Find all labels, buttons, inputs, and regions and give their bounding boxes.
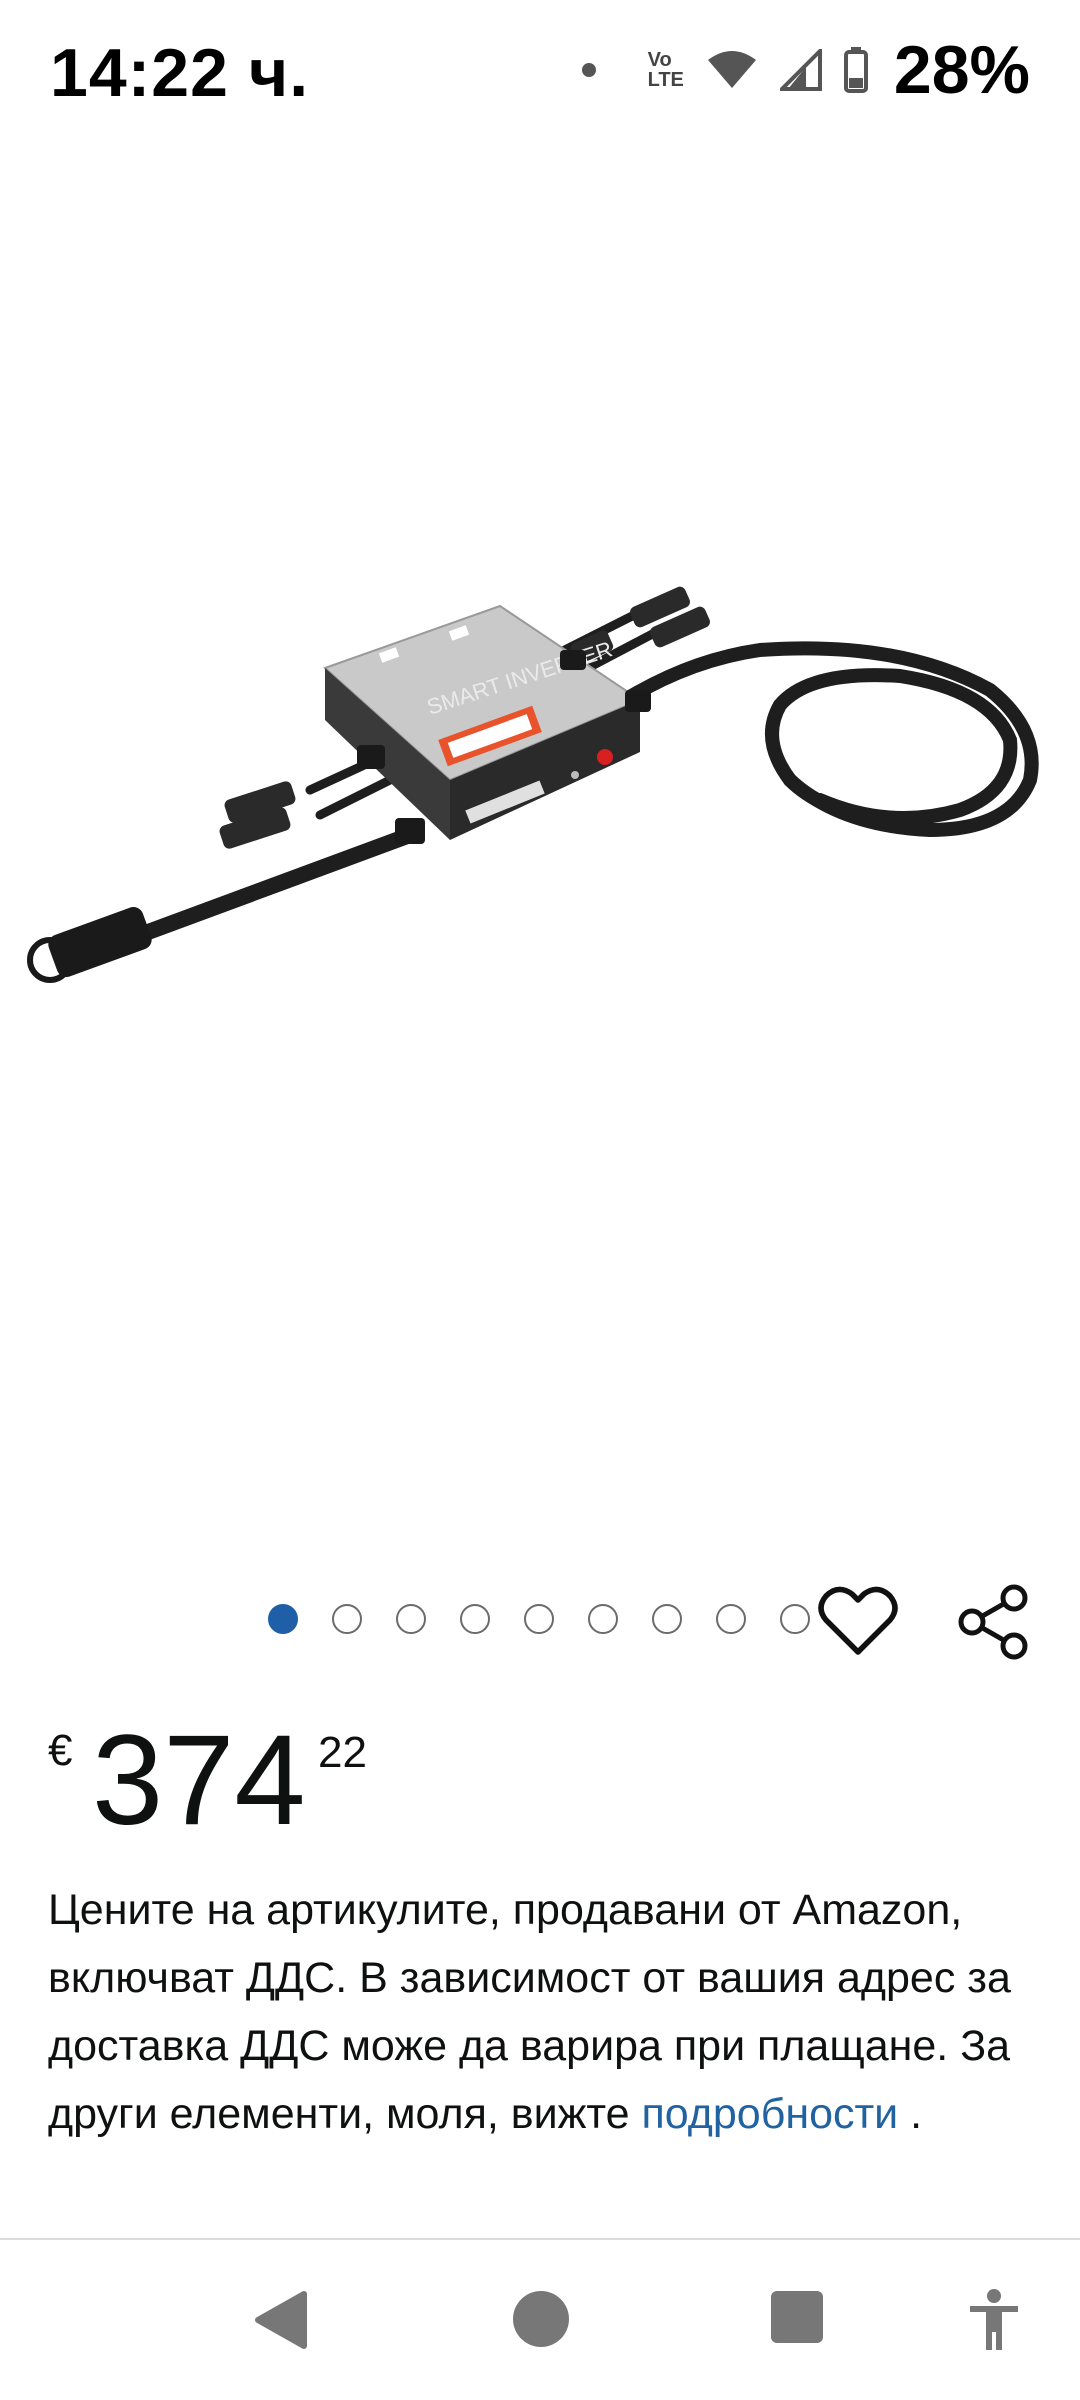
battery-icon (843, 47, 868, 93)
status-icons: Vo LTE 28% (581, 30, 1030, 110)
battery-percent: 28% (893, 32, 1030, 108)
vat-note-suffix: . (898, 2090, 923, 2138)
volte-top-label: Vo (647, 49, 672, 71)
wishlist-button[interactable] (818, 1586, 898, 1658)
price-currency: € (48, 1726, 73, 1775)
status-time: 14:22 ч. (50, 35, 310, 111)
back-triangle-icon[interactable] (252, 2290, 310, 2350)
recents-square-icon[interactable] (770, 2290, 824, 2344)
price-fraction: 22 (318, 1728, 367, 1777)
home-circle-icon[interactable] (512, 2290, 570, 2348)
share-button[interactable] (956, 1582, 1030, 1662)
carousel-dot[interactable] (396, 1604, 426, 1634)
carousel-dot[interactable] (652, 1604, 682, 1634)
heart-icon (818, 1586, 898, 1655)
carousel-dot-active[interactable] (268, 1604, 298, 1634)
status-bar: 14:22 ч. Vo LTE 28% (0, 0, 1080, 140)
accessibility-icon[interactable] (966, 2288, 1022, 2352)
vat-note: Цените на артикулите, продавани от Amazo… (48, 1876, 1028, 2148)
carousel-dot[interactable] (716, 1604, 746, 1634)
details-link[interactable]: подробности (642, 2090, 899, 2138)
product-image[interactable]: SMART INVERTER (0, 150, 1080, 1550)
system-nav-bar (0, 2240, 1080, 2400)
volte-bottom-label: LTE (647, 69, 684, 91)
wifi-icon (707, 51, 756, 88)
share-icon (958, 1584, 1028, 1660)
signal-icon (779, 49, 822, 91)
image-carousel-indicators (268, 1602, 810, 1636)
carousel-dot[interactable] (588, 1604, 618, 1634)
carousel-dot[interactable] (332, 1604, 362, 1634)
volte-icon: Vo LTE (648, 50, 684, 90)
carousel-dot[interactable] (524, 1604, 554, 1634)
carousel-dot[interactable] (460, 1604, 490, 1634)
notification-dot-icon (581, 63, 596, 77)
price-whole: 374 (92, 1709, 306, 1852)
carousel-dot[interactable] (780, 1604, 810, 1634)
